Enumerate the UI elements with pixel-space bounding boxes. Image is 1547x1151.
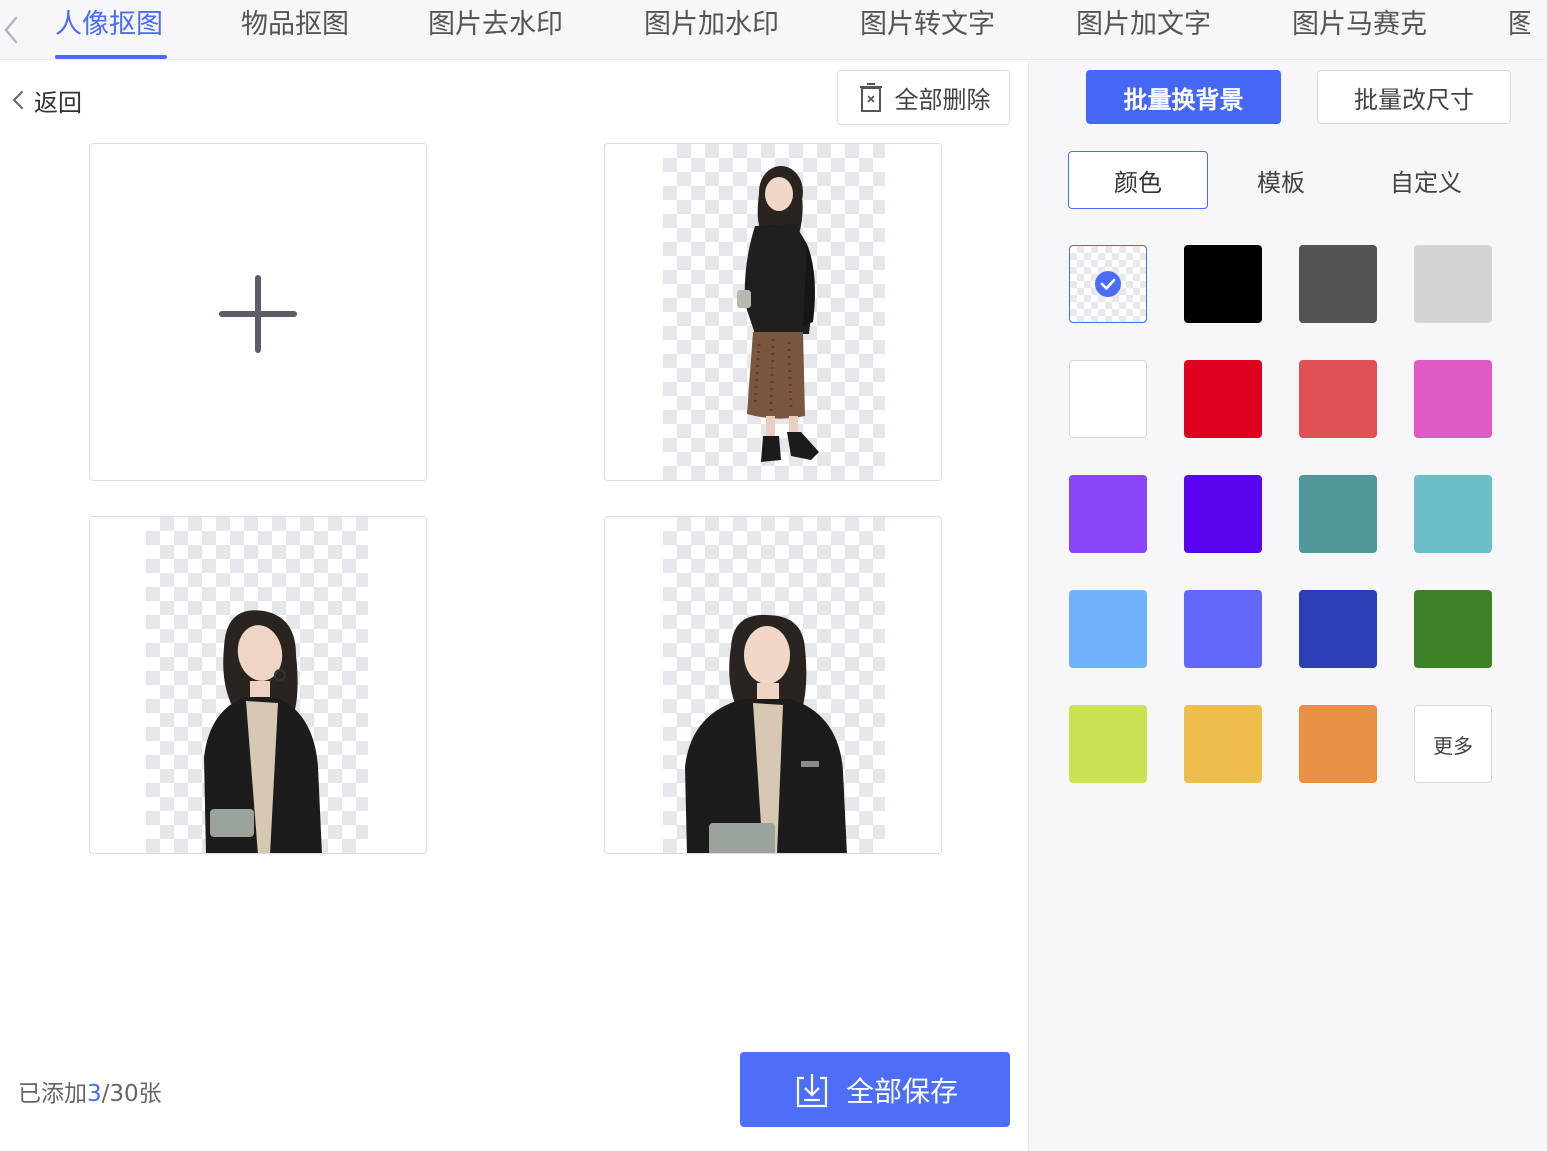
swatch-cyan[interactable] [1414,475,1492,553]
subtab-custom[interactable]: 自定义 [1369,151,1483,209]
tab-portrait-cutout[interactable]: 人像抠图 [55,0,167,59]
top-tab-bar: 人像抠图 物品抠图 图片去水印 图片加水印 图片转文字 图片加文字 图片马赛克 … [0,0,1547,60]
swatch-dark-gray[interactable] [1299,245,1377,323]
swatch-transparent[interactable] [1069,245,1147,323]
tab-object-cutout[interactable]: 物品抠图 [241,0,357,59]
chevron-left-icon [12,91,23,109]
tab-image-to-text[interactable]: 图片转文字 [860,0,1006,59]
image-thumbnail [663,517,885,853]
batch-change-background-button[interactable]: 批量换背景 [1086,70,1281,124]
background-settings-panel: 批量换背景 批量改尺寸 颜色 模板 自定义 更多 [1028,61,1547,1151]
swatch-sky-blue[interactable] [1069,590,1147,668]
swatch-magenta[interactable] [1414,360,1492,438]
portrait-half-body-tilted-image [204,610,322,853]
add-image-card[interactable] [89,143,427,481]
swatch-violet[interactable] [1069,475,1147,553]
tab-add-watermark[interactable]: 图片加水印 [644,0,790,59]
subtab-template[interactable]: 模板 [1229,151,1333,209]
portrait-full-body-image [737,166,819,462]
batch-resize-button[interactable]: 批量改尺寸 [1317,70,1511,124]
swatch-royal-blue[interactable] [1299,590,1377,668]
swatch-white[interactable] [1069,360,1147,438]
swatch-light-gray[interactable] [1414,245,1492,323]
image-card[interactable] [89,516,427,854]
swatch-black[interactable] [1184,245,1262,323]
swatch-indigo[interactable] [1184,475,1262,553]
swatch-green[interactable] [1414,590,1492,668]
swatch-coral[interactable] [1299,360,1377,438]
subtab-color[interactable]: 颜色 [1068,151,1208,209]
swatch-yellow[interactable] [1184,705,1262,783]
count-prefix: 已添加 [18,1081,87,1107]
save-all-button[interactable]: 全部保存 [740,1052,1010,1127]
image-thumbnail [663,144,885,480]
swatch-lime[interactable] [1069,705,1147,783]
back-button[interactable]: 返回 [12,82,82,118]
image-card[interactable] [604,143,942,481]
portrait-half-body-front-image [685,614,847,853]
count-suffix: /30张 [101,1081,162,1107]
download-icon [796,1073,828,1107]
tab-overflow[interactable]: 图 [1508,0,1530,59]
tab-mosaic[interactable]: 图片马赛克 [1292,0,1438,59]
back-label: 返回 [34,88,82,117]
swatch-periwinkle[interactable] [1184,590,1262,668]
trash-icon [859,82,882,112]
image-thumbnail [146,517,368,853]
more-colors-button[interactable]: 更多 [1414,705,1492,783]
delete-all-button[interactable]: 全部删除 [837,70,1010,125]
delete-all-label: 全部删除 [894,86,991,114]
tab-remove-watermark[interactable]: 图片去水印 [428,0,574,59]
swatch-red[interactable] [1184,360,1262,438]
checkmark-icon [1095,271,1121,297]
tab-add-text[interactable]: 图片加文字 [1076,0,1222,59]
image-card[interactable] [604,516,942,854]
image-count-status: 已添加3/30张 [18,1074,162,1108]
tabs-scroll-left-icon[interactable] [0,12,22,48]
count-added-number: 3 [87,1081,102,1107]
plus-icon [219,275,297,353]
swatch-teal[interactable] [1299,475,1377,553]
save-all-label: 全部保存 [845,1074,958,1108]
swatch-orange[interactable] [1299,705,1377,783]
